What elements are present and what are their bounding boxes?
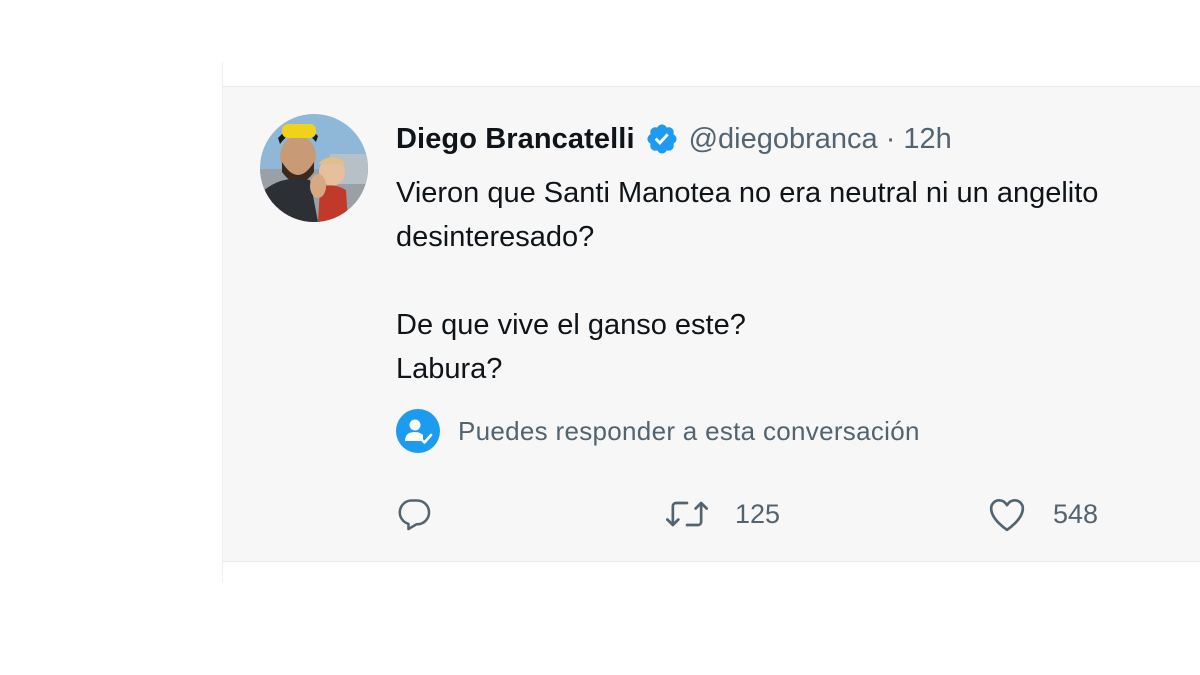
author-name[interactable]: Diego Brancatelli (396, 123, 635, 156)
reply-button[interactable] (395, 489, 459, 539)
reply-icon (395, 495, 433, 533)
reply-permission-notice: Puedes responder a esta conversación (396, 407, 920, 455)
tweet-timestamp[interactable]: 12h (903, 123, 951, 156)
tweet-card[interactable]: Diego Brancatelli @diegobranca · 12h Vie… (223, 86, 1200, 562)
avatar[interactable] (260, 114, 368, 222)
author-handle[interactable]: @diegobranca (689, 123, 878, 156)
heart-icon (987, 495, 1027, 533)
retweet-button[interactable]: 125 (665, 489, 780, 539)
tweet-header: Diego Brancatelli @diegobranca · 12h (396, 117, 952, 161)
reply-notice-text: Puedes responder a esta conversación (458, 415, 920, 446)
user-check-icon (396, 409, 440, 453)
verified-badge-icon (645, 122, 679, 156)
like-count: 548 (1053, 498, 1099, 529)
retweet-count: 125 (735, 498, 781, 529)
tweet-text: Vieron que Santi Manotea no era neutral … (396, 177, 1099, 385)
like-button[interactable]: 548 (987, 489, 1098, 539)
header-separator: · (885, 122, 896, 155)
retweet-icon (665, 495, 709, 533)
